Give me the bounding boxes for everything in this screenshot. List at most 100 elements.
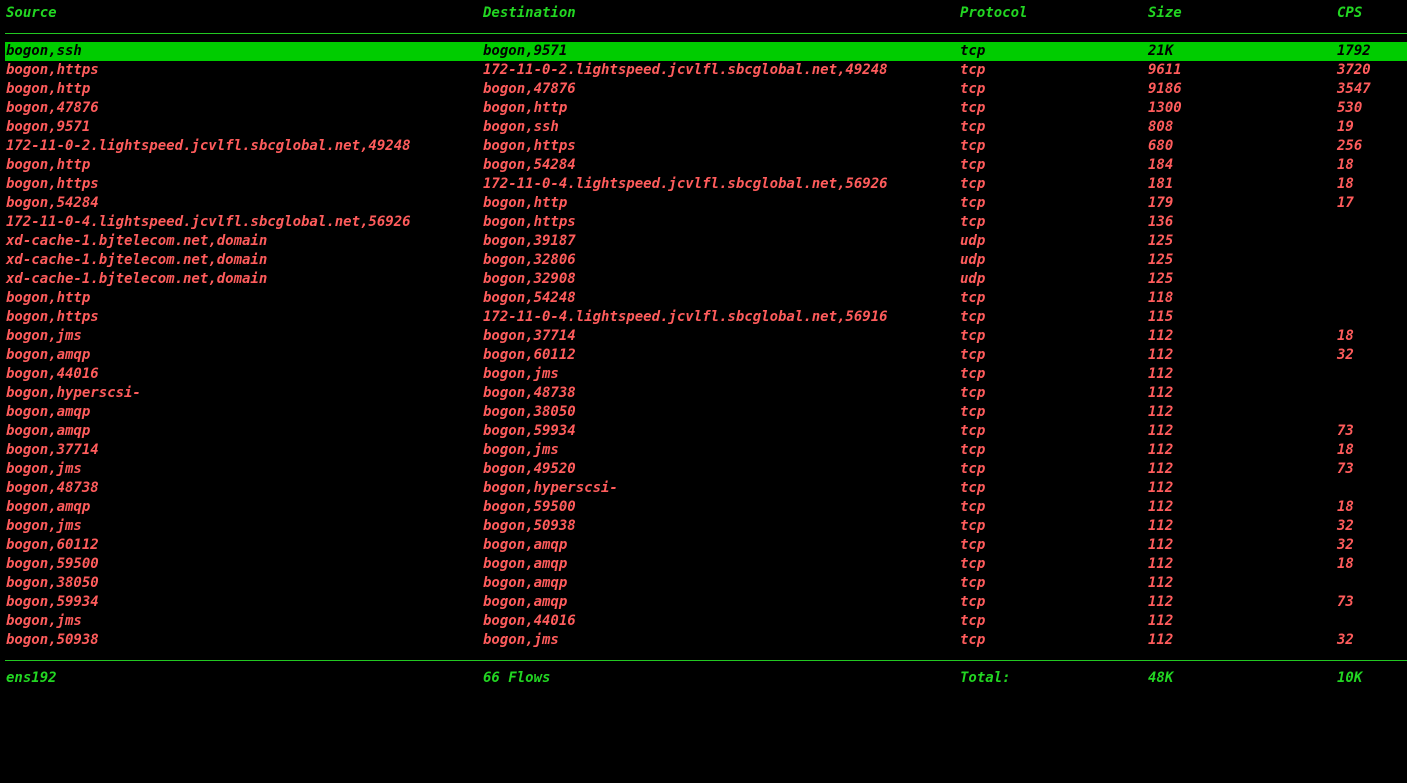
flow-protocol: tcp: [960, 100, 986, 116]
flow-size: 112: [1148, 423, 1174, 439]
flow-destination: bogon,amqp: [483, 575, 568, 591]
flow-protocol: tcp: [960, 176, 986, 192]
flow-row[interactable]: bogon,amqp bogon,59500 tcp 112 18: [0, 498, 1407, 517]
flow-size: 112: [1148, 461, 1174, 477]
flow-source: bogon,47876: [6, 100, 99, 116]
flow-size: 112: [1148, 480, 1174, 496]
flow-protocol: tcp: [960, 81, 986, 97]
flow-protocol: tcp: [960, 385, 986, 401]
flow-row[interactable]: bogon,37714 bogon,jms tcp 112 18: [0, 441, 1407, 460]
header-cps[interactable]: CPS: [1337, 4, 1362, 23]
flow-source: bogon,38050: [6, 575, 99, 591]
flow-protocol: tcp: [960, 594, 986, 610]
flow-size: 112: [1148, 366, 1174, 382]
flow-row[interactable]: bogon,amqp bogon,38050 tcp 112: [0, 403, 1407, 422]
flow-size: 21K: [1148, 43, 1174, 59]
header-destination[interactable]: Destination: [483, 4, 576, 23]
flow-row[interactable]: bogon,48738 bogon,hyperscsi-tcp 112: [0, 479, 1407, 498]
interface-name: ens192: [6, 670, 57, 686]
flow-destination: 172-11-0-4.lightspeed.jcvlfl.sbcglobal.n…: [483, 176, 888, 192]
flow-row[interactable]: bogon,https 172-11-0-4.lightspeed.jcvlfl.…: [0, 175, 1407, 194]
flow-protocol: tcp: [960, 328, 986, 344]
flow-source: bogon,50938: [6, 632, 99, 648]
flow-row[interactable]: bogon,9571 bogon,ssh tcp 808 19: [0, 118, 1407, 137]
flow-protocol: udp: [960, 233, 986, 249]
flow-cps: 256: [1337, 138, 1363, 154]
flow-cps: 17: [1337, 195, 1354, 211]
flow-cps: 32: [1337, 632, 1354, 648]
flow-protocol: tcp: [960, 461, 986, 477]
flow-protocol: tcp: [960, 309, 986, 325]
flow-row[interactable]: bogon,http bogon,54248 tcp 118: [0, 289, 1407, 308]
flow-row[interactable]: xd-cache-1.bjtelecom.net,domain bogon,391…: [0, 232, 1407, 251]
flow-size: 112: [1148, 575, 1174, 591]
total-cps: 10K: [1337, 670, 1363, 686]
flow-row[interactable]: bogon,hyperscsi-bogon,48738 tcp 112: [0, 384, 1407, 403]
header-source[interactable]: Source: [6, 4, 57, 23]
flow-source: bogon,http: [6, 157, 91, 173]
flow-size: 112: [1148, 613, 1174, 629]
flow-size: 112: [1148, 347, 1174, 363]
flow-row[interactable]: bogon,https 172-11-0-4.lightspeed.jcvlfl.…: [0, 308, 1407, 327]
flow-size: 112: [1148, 537, 1174, 553]
flow-row[interactable]: 172-11-0-4.lightspeed.jcvlfl.sbcglobal.n…: [0, 213, 1407, 232]
flow-protocol: tcp: [960, 518, 986, 534]
header-protocol[interactable]: Protocol: [960, 4, 1027, 23]
flow-source: bogon,amqp: [6, 499, 91, 515]
flow-destination: bogon,amqp: [483, 594, 568, 610]
flow-source: bogon,amqp: [6, 404, 91, 420]
flow-size: 118: [1148, 290, 1174, 306]
flow-row[interactable]: bogon,https 172-11-0-2.lightspeed.jcvlfl.…: [0, 61, 1407, 80]
header-size[interactable]: Size: [1148, 4, 1182, 23]
flow-destination: bogon,49520: [483, 461, 576, 477]
flow-row[interactable]: bogon,http bogon,47876 tcp 9186 3547: [0, 80, 1407, 99]
flow-protocol: tcp: [960, 499, 986, 515]
flow-row-selected[interactable]: bogon,ssh bogon,9571 tcp 21K 1792: [5, 42, 1407, 61]
flow-row[interactable]: bogon,jms bogon,37714 tcp 112 18: [0, 327, 1407, 346]
flow-count: 66 Flows: [483, 670, 551, 686]
flow-row[interactable]: bogon,38050 bogon,amqp tcp 112: [0, 574, 1407, 593]
flow-destination: bogon,9571: [483, 43, 568, 59]
flow-protocol: udp: [960, 252, 986, 268]
flow-source: bogon,59934: [6, 594, 99, 610]
flow-destination: bogon,http: [483, 195, 568, 211]
flow-cps: 73: [1337, 461, 1354, 477]
flow-row[interactable]: bogon,jms bogon,50938 tcp 112 32: [0, 517, 1407, 536]
flow-row[interactable]: xd-cache-1.bjtelecom.net,domain bogon,329…: [0, 270, 1407, 289]
flow-protocol: tcp: [960, 43, 986, 59]
flow-row[interactable]: bogon,47876 bogon,http tcp 1300 530: [0, 99, 1407, 118]
flow-size: 184: [1148, 157, 1174, 173]
flow-destination: bogon,37714: [483, 328, 576, 344]
total-size: 48K: [1148, 670, 1174, 686]
flow-row[interactable]: bogon,60112 bogon,amqp tcp 112 32: [0, 536, 1407, 555]
flow-row[interactable]: bogon,59500 bogon,amqp tcp 112 18: [0, 555, 1407, 574]
flow-row[interactable]: bogon,jms bogon,44016 tcp 112: [0, 612, 1407, 631]
flow-row[interactable]: bogon,54284 bogon,http tcp 179 17: [0, 194, 1407, 213]
flow-cps: 18: [1337, 176, 1354, 192]
flow-cps: 19: [1337, 119, 1354, 135]
flow-destination: bogon,60112: [483, 347, 576, 363]
flow-source: bogon,https: [6, 176, 99, 192]
flow-row[interactable]: bogon,59934 bogon,amqp tcp 112 73: [0, 593, 1407, 612]
flow-row[interactable]: bogon,50938 bogon,jms tcp 112 32: [0, 631, 1407, 650]
flow-size: 1300: [1148, 100, 1182, 116]
flow-size: 136: [1148, 214, 1174, 230]
flow-row[interactable]: xd-cache-1.bjtelecom.net,domain bogon,328…: [0, 251, 1407, 270]
flow-cps: 18: [1337, 442, 1354, 458]
flow-row[interactable]: bogon,44016 bogon,jms tcp 112: [0, 365, 1407, 384]
flow-cps: 73: [1337, 594, 1354, 610]
flow-size: 125: [1148, 252, 1174, 268]
flow-row[interactable]: bogon,http bogon,54284 tcp 184 18: [0, 156, 1407, 175]
flow-cps: 32: [1337, 518, 1354, 534]
flow-row[interactable]: bogon,amqp bogon,60112 tcp 112 32: [0, 346, 1407, 365]
flow-size: 808: [1148, 119, 1174, 135]
flow-protocol: tcp: [960, 423, 986, 439]
status-footer: ens192 66 Flows Total: 48K 10K: [0, 669, 1407, 688]
flow-destination: bogon,54248: [483, 290, 576, 306]
flow-destination: bogon,http: [483, 100, 568, 116]
header-divider: [5, 33, 1407, 34]
flow-row[interactable]: bogon,amqp bogon,59934 tcp 112 73: [0, 422, 1407, 441]
column-header-row: Source Destination Protocol Size CPS: [0, 4, 1407, 23]
flow-row[interactable]: 172-11-0-2.lightspeed.jcvlfl.sbcglobal.n…: [0, 137, 1407, 156]
flow-row[interactable]: bogon,jms bogon,49520 tcp 112 73: [0, 460, 1407, 479]
